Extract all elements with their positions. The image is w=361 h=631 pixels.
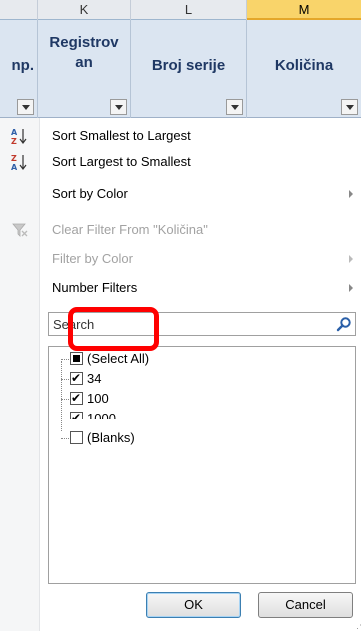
list-item-value[interactable]: 34 [49, 369, 349, 389]
menu-item-sort-descending[interactable]: Z A Sort Largest to Smallest [0, 149, 361, 175]
menu-item-label: Clear Filter From "Količina" [52, 222, 208, 237]
list-item-value[interactable]: 1000 [49, 409, 349, 419]
ok-button[interactable]: OK [146, 592, 241, 618]
autofilter-menu: A Z Sort Smallest to Largest Z A Sort La… [0, 118, 361, 631]
column-letter-m[interactable]: M [247, 0, 361, 20]
list-item-value[interactable]: 100 [49, 389, 349, 409]
list-item-label: (Blanks) [87, 430, 135, 445]
highlight-annotation [68, 307, 159, 351]
tree-connector [61, 359, 69, 360]
submenu-arrow-icon [349, 284, 353, 292]
sort-za-icon: Z A [11, 154, 27, 171]
submenu-arrow-icon [349, 255, 353, 263]
filter-value-list[interactable]: (Select All) 34 100 1000 (Blanks) [48, 346, 356, 584]
column-letter-k[interactable]: K [38, 0, 131, 20]
svg-text:Z: Z [11, 137, 17, 145]
menu-item-label: Sort Smallest to Largest [52, 128, 191, 143]
header-cell-np[interactable]: np. [0, 20, 38, 118]
menu-item-label: Sort by Color [52, 186, 128, 201]
menu-item-number-filters[interactable]: Number Filters [0, 275, 361, 301]
header-label: np. [11, 57, 35, 74]
menu-item-sort-by-color[interactable]: Sort by Color [0, 181, 361, 207]
value-checkbox[interactable] [70, 410, 83, 419]
menu-item-label: Sort Largest to Smallest [52, 154, 191, 169]
header-cell-kolicina[interactable]: Količina [247, 20, 361, 118]
svg-text:Z: Z [11, 154, 17, 163]
tree-connector [61, 438, 69, 439]
filter-dropdown-button[interactable] [17, 99, 34, 115]
header-label: Registrov an [49, 34, 119, 71]
tree-connector [61, 399, 69, 400]
filter-dropdown-button[interactable] [110, 99, 127, 115]
menu-item-label: Filter by Color [52, 251, 133, 266]
svg-text:A: A [11, 128, 18, 137]
header-row: np. Registrov an Broj serije Količina [0, 20, 361, 118]
resize-grip-icon[interactable]: ⋰ [353, 623, 361, 631]
value-checkbox[interactable] [70, 390, 83, 406]
header-label: Količina [274, 57, 334, 74]
header-label: Broj serije [151, 57, 226, 74]
header-cell-registrovan[interactable]: Registrov an [38, 20, 131, 118]
list-item-select-all[interactable]: (Select All) [49, 349, 349, 369]
sort-az-icon: A Z [11, 128, 27, 145]
list-item-label: 34 [87, 371, 102, 386]
menu-item-filter-by-color: Filter by Color [0, 246, 361, 272]
select-all-checkbox[interactable] [70, 352, 83, 365]
search-icon[interactable] [336, 316, 352, 332]
filter-dropdown-button-active[interactable] [341, 99, 358, 115]
tree-connector [61, 379, 69, 380]
clear-filter-icon [12, 223, 28, 237]
menu-item-label: Number Filters [52, 280, 138, 295]
cancel-button[interactable]: Cancel [258, 592, 353, 618]
menu-item-sort-ascending[interactable]: A Z Sort Smallest to Largest [0, 123, 361, 149]
column-letter-j[interactable] [0, 0, 38, 20]
list-item-label: 1000 [87, 411, 116, 419]
header-cell-broj-serije[interactable]: Broj serije [131, 20, 247, 118]
list-item-blanks[interactable]: (Blanks) [49, 428, 349, 448]
list-item-label: 100 [87, 391, 109, 406]
blanks-checkbox[interactable] [70, 431, 83, 444]
column-letter-l[interactable]: L [131, 0, 247, 20]
list-item-label: (Select All) [87, 351, 150, 366]
menu-item-clear-filter: Clear Filter From "Količina" [0, 217, 361, 243]
svg-text:A: A [11, 163, 18, 171]
submenu-arrow-icon [349, 190, 353, 198]
filter-dropdown-button[interactable] [226, 99, 243, 115]
column-letter-bar: K L M [0, 0, 361, 20]
value-checkbox[interactable] [70, 370, 83, 386]
